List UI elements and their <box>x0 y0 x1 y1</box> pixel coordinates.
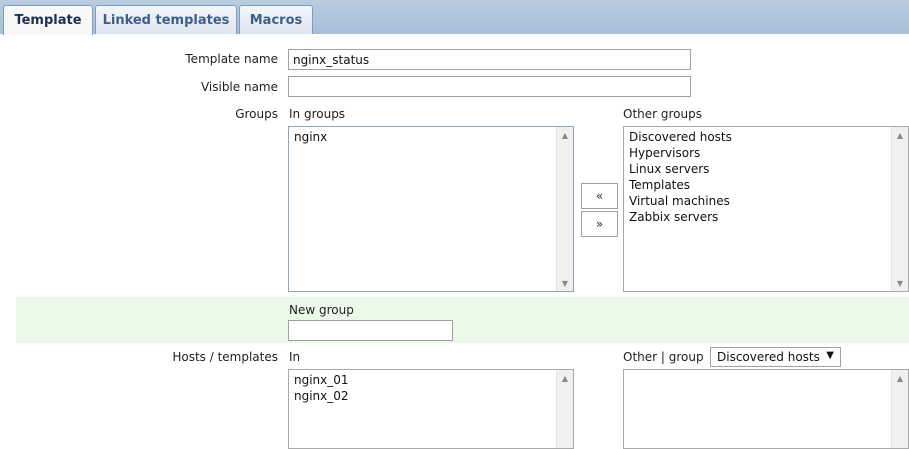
in-hosts-label: In <box>289 350 301 364</box>
new-group-section <box>16 297 909 343</box>
tab-linked-templates[interactable]: Linked templates <box>95 5 237 34</box>
scroll-down-icon[interactable]: ▼ <box>892 275 908 291</box>
template-name-input[interactable] <box>288 49 691 70</box>
scroll-up-icon[interactable]: ▲ <box>557 370 573 386</box>
other-hosts-listbox[interactable]: ▲ <box>623 369 909 449</box>
tab-macros[interactable]: Macros <box>239 5 313 34</box>
tab-bar: Template Linked templates Macros <box>0 0 909 35</box>
group-select-value: Discovered hosts <box>717 350 820 364</box>
visible-name-input[interactable] <box>288 76 691 97</box>
scroll-up-icon[interactable]: ▲ <box>892 370 908 386</box>
hosts-templates-label: Hosts / templates <box>172 350 278 364</box>
in-hosts-scrollbar[interactable]: ▲ <box>556 370 573 448</box>
list-item[interactable]: Discovered hosts <box>629 129 888 145</box>
other-hosts-scrollbar[interactable]: ▲ <box>891 370 908 448</box>
list-item[interactable]: Templates <box>629 177 888 193</box>
tab-template[interactable]: Template <box>3 5 93 35</box>
new-group-input[interactable] <box>288 320 453 341</box>
groups-label: Groups <box>235 107 278 121</box>
list-item[interactable]: Virtual machines <box>629 193 888 209</box>
chevron-down-icon: ▼ <box>826 350 834 361</box>
new-group-label: New group <box>289 303 354 317</box>
scroll-up-icon[interactable]: ▲ <box>892 127 908 143</box>
group-select[interactable]: Discovered hosts ▼ <box>710 347 841 367</box>
in-groups-scrollbar[interactable]: ▲ ▼ <box>556 127 573 291</box>
list-item[interactable]: nginx_01 <box>294 372 553 388</box>
in-groups-listbox[interactable]: nginx ▲ ▼ <box>288 126 574 292</box>
visible-name-label: Visible name <box>200 80 278 94</box>
scroll-down-icon[interactable]: ▼ <box>557 275 573 291</box>
in-groups-label: In groups <box>289 107 346 121</box>
scroll-up-icon[interactable]: ▲ <box>557 127 573 143</box>
list-item[interactable]: Hypervisors <box>629 145 888 161</box>
list-item[interactable]: Zabbix servers <box>629 209 888 225</box>
other-groups-listbox[interactable]: Discovered hosts Hypervisors Linux serve… <box>623 126 909 292</box>
other-groups-label: Other groups <box>623 107 702 121</box>
move-left-button[interactable]: « <box>581 183 618 209</box>
list-item[interactable]: nginx_02 <box>294 388 553 404</box>
list-item[interactable]: Linux servers <box>629 161 888 177</box>
other-group-label: Other | group <box>623 350 704 364</box>
move-right-button[interactable]: » <box>581 211 618 237</box>
list-item[interactable]: nginx <box>294 129 553 145</box>
other-groups-scrollbar[interactable]: ▲ ▼ <box>891 127 908 291</box>
in-hosts-listbox[interactable]: nginx_01 nginx_02 ▲ <box>288 369 574 449</box>
template-name-label: Template name <box>185 52 278 66</box>
